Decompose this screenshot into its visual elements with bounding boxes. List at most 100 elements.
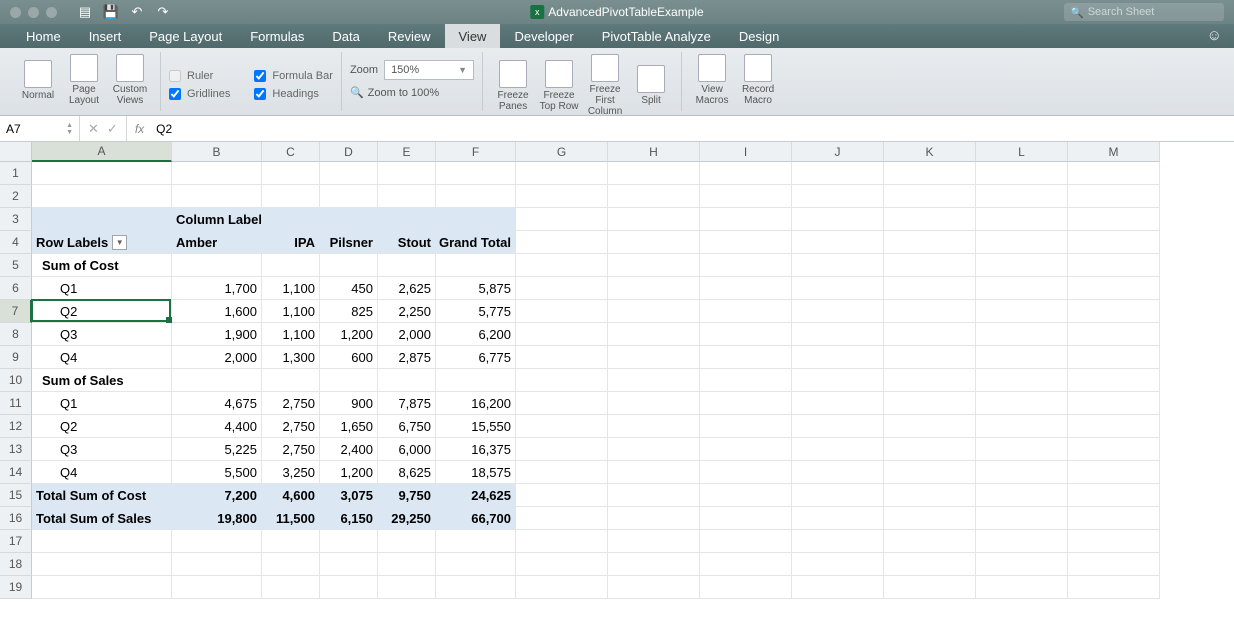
cell[interactable] bbox=[516, 346, 608, 369]
accept-icon[interactable]: ✓ bbox=[107, 121, 118, 137]
cell[interactable]: 1,650 bbox=[320, 415, 378, 438]
row-header-18[interactable]: 18 bbox=[0, 553, 32, 576]
row-header-13[interactable]: 13 bbox=[0, 438, 32, 461]
cell[interactable] bbox=[700, 576, 792, 599]
formula-value[interactable]: Q2 bbox=[152, 122, 172, 136]
cell[interactable] bbox=[608, 208, 700, 231]
cell[interactable] bbox=[976, 254, 1068, 277]
cell[interactable] bbox=[700, 369, 792, 392]
cell[interactable] bbox=[884, 323, 976, 346]
cell[interactable] bbox=[792, 553, 884, 576]
cell[interactable] bbox=[1068, 461, 1160, 484]
cell[interactable]: 2,000 bbox=[378, 323, 436, 346]
cell[interactable] bbox=[320, 553, 378, 576]
cell[interactable] bbox=[700, 162, 792, 185]
cell[interactable] bbox=[516, 438, 608, 461]
row-header-12[interactable]: 12 bbox=[0, 415, 32, 438]
search-sheet[interactable]: 🔍 bbox=[1064, 3, 1224, 21]
cell[interactable] bbox=[320, 530, 378, 553]
cell[interactable]: 2,875 bbox=[378, 346, 436, 369]
cell[interactable]: IPA bbox=[262, 231, 320, 254]
col-header-L[interactable]: L bbox=[976, 142, 1068, 162]
cell[interactable] bbox=[976, 438, 1068, 461]
zoom-select[interactable]: 150%▼ bbox=[384, 60, 474, 80]
close-dot[interactable] bbox=[10, 7, 21, 18]
cell[interactable] bbox=[700, 530, 792, 553]
cell[interactable]: Total Sum of Cost bbox=[32, 484, 172, 507]
row-header-4[interactable]: 4 bbox=[0, 231, 32, 254]
cell[interactable] bbox=[976, 553, 1068, 576]
cell[interactable] bbox=[516, 576, 608, 599]
cell[interactable]: 5,875 bbox=[436, 277, 516, 300]
cell[interactable] bbox=[792, 323, 884, 346]
cell[interactable] bbox=[172, 185, 262, 208]
cell[interactable]: 1,100 bbox=[262, 300, 320, 323]
cell[interactable] bbox=[1068, 346, 1160, 369]
cell[interactable]: 18,575 bbox=[436, 461, 516, 484]
cell[interactable] bbox=[608, 162, 700, 185]
cell[interactable] bbox=[792, 415, 884, 438]
search-input[interactable] bbox=[1088, 6, 1218, 18]
feedback-icon[interactable]: ☺ bbox=[1207, 27, 1222, 44]
cell[interactable]: 29,250 bbox=[378, 507, 436, 530]
cell[interactable] bbox=[608, 415, 700, 438]
cell[interactable] bbox=[792, 277, 884, 300]
zoom-to-100[interactable]: 🔍 Zoom to 100% bbox=[350, 86, 439, 99]
cell[interactable] bbox=[884, 277, 976, 300]
row-labels-filter[interactable]: ▼ bbox=[112, 235, 127, 250]
cell[interactable] bbox=[436, 162, 516, 185]
cell[interactable] bbox=[516, 208, 608, 231]
cell[interactable] bbox=[884, 208, 976, 231]
cell[interactable] bbox=[516, 415, 608, 438]
save-icon[interactable]: ▤ bbox=[77, 4, 93, 20]
cell[interactable] bbox=[32, 576, 172, 599]
save-button-icon[interactable]: 💾 bbox=[103, 4, 119, 20]
cell[interactable] bbox=[378, 553, 436, 576]
tab-home[interactable]: Home bbox=[12, 24, 75, 48]
cell[interactable] bbox=[1068, 162, 1160, 185]
cell[interactable] bbox=[320, 576, 378, 599]
cell[interactable]: 1,200 bbox=[320, 323, 378, 346]
cell[interactable] bbox=[700, 185, 792, 208]
cell[interactable] bbox=[32, 162, 172, 185]
cell[interactable] bbox=[1068, 185, 1160, 208]
cell[interactable] bbox=[1068, 208, 1160, 231]
cell[interactable] bbox=[884, 484, 976, 507]
cell[interactable] bbox=[172, 254, 262, 277]
cell[interactable]: 15,550 bbox=[436, 415, 516, 438]
cell[interactable] bbox=[700, 254, 792, 277]
cell[interactable]: 2,000 bbox=[172, 346, 262, 369]
cell[interactable] bbox=[262, 369, 320, 392]
cell[interactable] bbox=[976, 300, 1068, 323]
freeze-freeze-first-column[interactable]: Freeze First Column bbox=[583, 54, 627, 117]
cell[interactable] bbox=[1068, 553, 1160, 576]
cell[interactable] bbox=[1068, 277, 1160, 300]
cell[interactable] bbox=[172, 369, 262, 392]
cell[interactable] bbox=[1068, 484, 1160, 507]
cell[interactable]: 2,625 bbox=[378, 277, 436, 300]
cell[interactable]: 3,075 bbox=[320, 484, 378, 507]
max-dot[interactable] bbox=[46, 7, 57, 18]
cell[interactable] bbox=[436, 553, 516, 576]
cell[interactable]: 2,400 bbox=[320, 438, 378, 461]
cell[interactable] bbox=[172, 530, 262, 553]
row-header-1[interactable]: 1 bbox=[0, 162, 32, 185]
cell[interactable]: 16,200 bbox=[436, 392, 516, 415]
cell[interactable] bbox=[172, 162, 262, 185]
cell[interactable]: 450 bbox=[320, 277, 378, 300]
cell[interactable] bbox=[884, 530, 976, 553]
cell[interactable]: 1,300 bbox=[262, 346, 320, 369]
cell[interactable] bbox=[792, 162, 884, 185]
cell[interactable]: 1,100 bbox=[262, 277, 320, 300]
cell[interactable] bbox=[884, 392, 976, 415]
cell[interactable] bbox=[378, 254, 436, 277]
cell[interactable] bbox=[436, 254, 516, 277]
cell[interactable] bbox=[320, 208, 378, 231]
cell[interactable] bbox=[976, 369, 1068, 392]
cell[interactable] bbox=[976, 346, 1068, 369]
row-header-15[interactable]: 15 bbox=[0, 484, 32, 507]
cell[interactable] bbox=[792, 392, 884, 415]
col-header-J[interactable]: J bbox=[792, 142, 884, 162]
cell[interactable] bbox=[608, 231, 700, 254]
row-header-14[interactable]: 14 bbox=[0, 461, 32, 484]
